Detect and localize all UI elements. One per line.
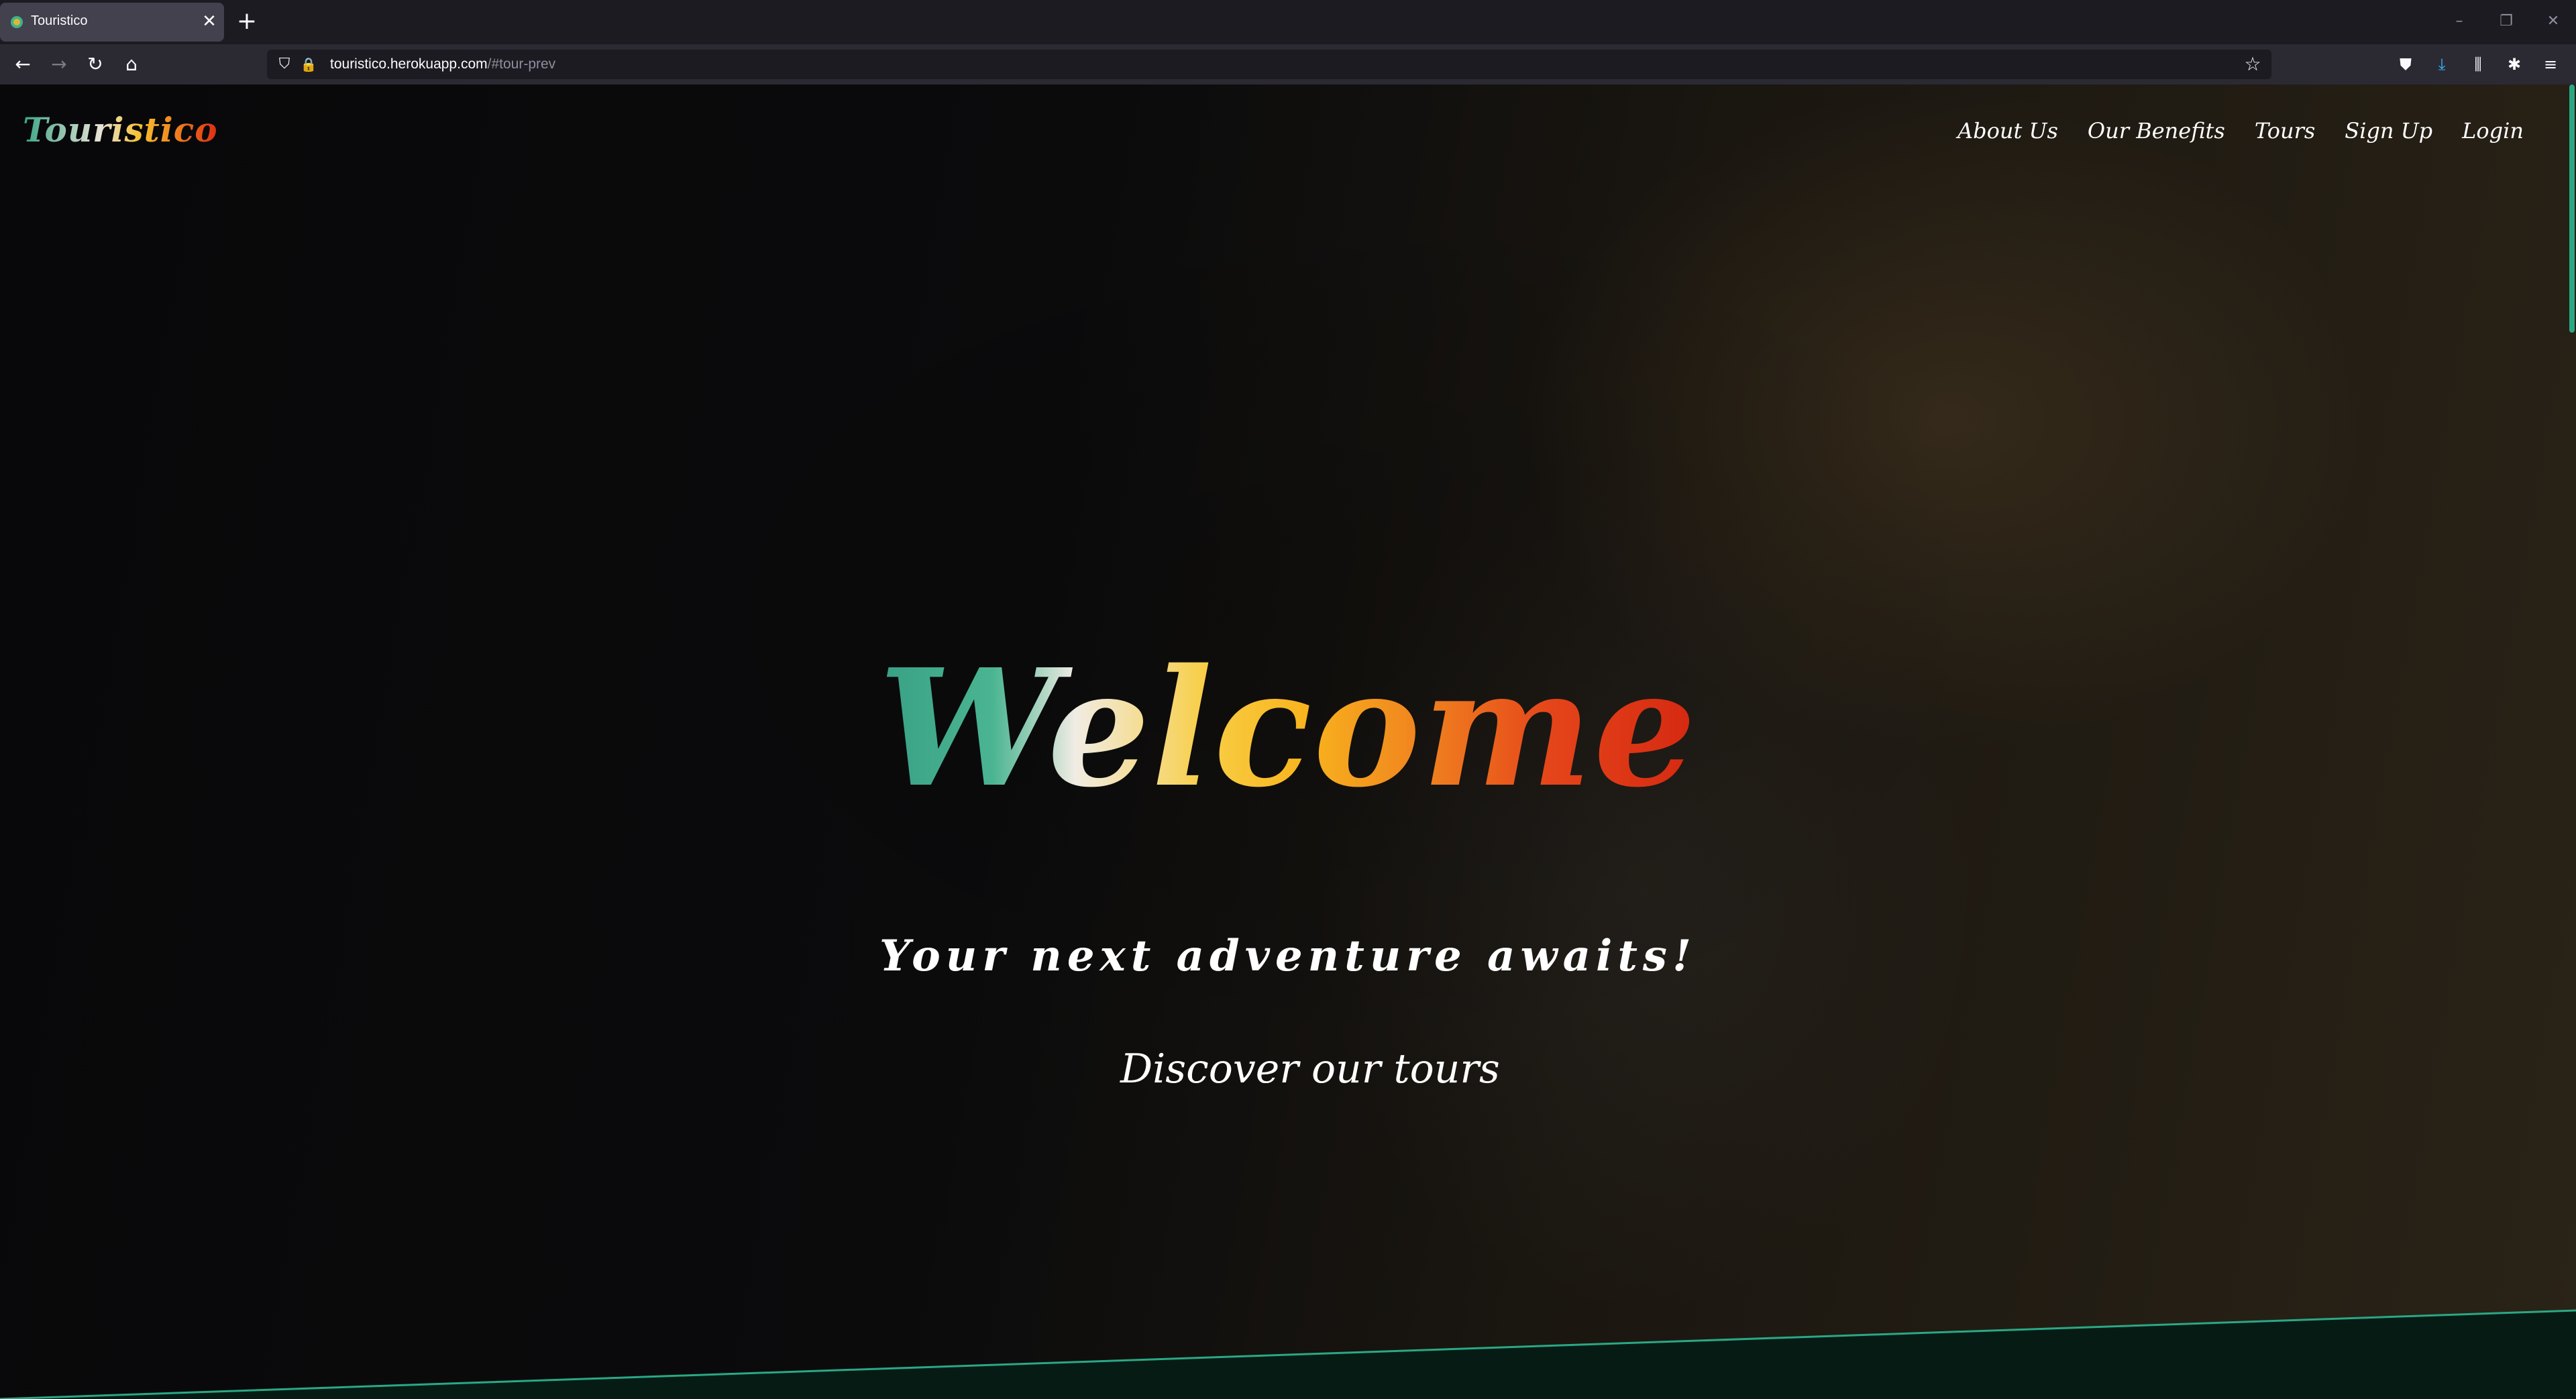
tab-strip: Touristico ✕ + – ❐ ✕: [0, 0, 2576, 44]
browser-toolbar: ← → ↻ ⌂ ⛉ 🔒 touristico.herokuapp.com/#to…: [0, 44, 2576, 85]
pocket-icon[interactable]: ⛊: [2392, 51, 2419, 78]
discover-tours-button[interactable]: Discover our tours: [1120, 1037, 1500, 1101]
hero-tagline: Your next adventure awaits!: [879, 931, 1697, 981]
url-bar[interactable]: ⛉ 🔒 touristico.herokuapp.com/#tour-prev …: [267, 50, 2271, 79]
back-button[interactable]: ←: [9, 51, 36, 78]
hero-title-text: Welcome: [878, 634, 1698, 823]
forward-button[interactable]: →: [46, 51, 72, 78]
new-tab-button[interactable]: +: [235, 8, 259, 35]
shield-icon[interactable]: ⛉: [275, 55, 294, 74]
home-button[interactable]: ⌂: [118, 51, 145, 78]
url-text[interactable]: touristico.herokuapp.com/#tour-prev: [330, 56, 555, 72]
nav-link-our-benefits[interactable]: Our Benefits: [2088, 118, 2225, 144]
section-divider: [0, 1309, 2576, 1399]
nav-link-login[interactable]: Login: [2462, 118, 2524, 144]
lock-icon[interactable]: 🔒: [299, 55, 318, 74]
restore-window-button[interactable]: ❐: [2493, 9, 2520, 34]
nav-link-tours[interactable]: Tours: [2255, 118, 2315, 144]
reload-button[interactable]: ↻: [82, 51, 109, 78]
download-icon[interactable]: ⤓: [2428, 51, 2455, 78]
site-logo[interactable]: Touristico: [23, 110, 218, 150]
url-host: touristico.herokuapp.com: [330, 56, 488, 72]
bookmark-star-icon[interactable]: ☆: [2242, 54, 2263, 75]
hamburger-menu-icon[interactable]: ≡: [2537, 51, 2564, 78]
library-icon[interactable]: ⫼: [2465, 51, 2491, 78]
page-scrollbar[interactable]: [2569, 85, 2575, 333]
nav-link-sign-up[interactable]: Sign Up: [2345, 118, 2432, 144]
nav-link-about-us[interactable]: About Us: [1957, 118, 2058, 144]
hero-title: Welcome: [0, 634, 2576, 822]
extensions-icon[interactable]: ✱: [2501, 51, 2528, 78]
url-path: /#tour-prev: [487, 56, 556, 72]
close-tab-icon[interactable]: ✕: [199, 11, 220, 32]
minimize-window-button[interactable]: –: [2446, 9, 2473, 34]
site-navigation: About Us Our Benefits Tours Sign Up Logi…: [1957, 118, 2524, 144]
browser-tab[interactable]: Touristico ✕: [0, 3, 224, 42]
close-window-button[interactable]: ✕: [2540, 9, 2567, 34]
site-favicon-icon: [11, 16, 23, 28]
tab-title: Touristico: [31, 13, 88, 28]
page-viewport: Touristico About Us Our Benefits Tours S…: [0, 85, 2576, 1399]
